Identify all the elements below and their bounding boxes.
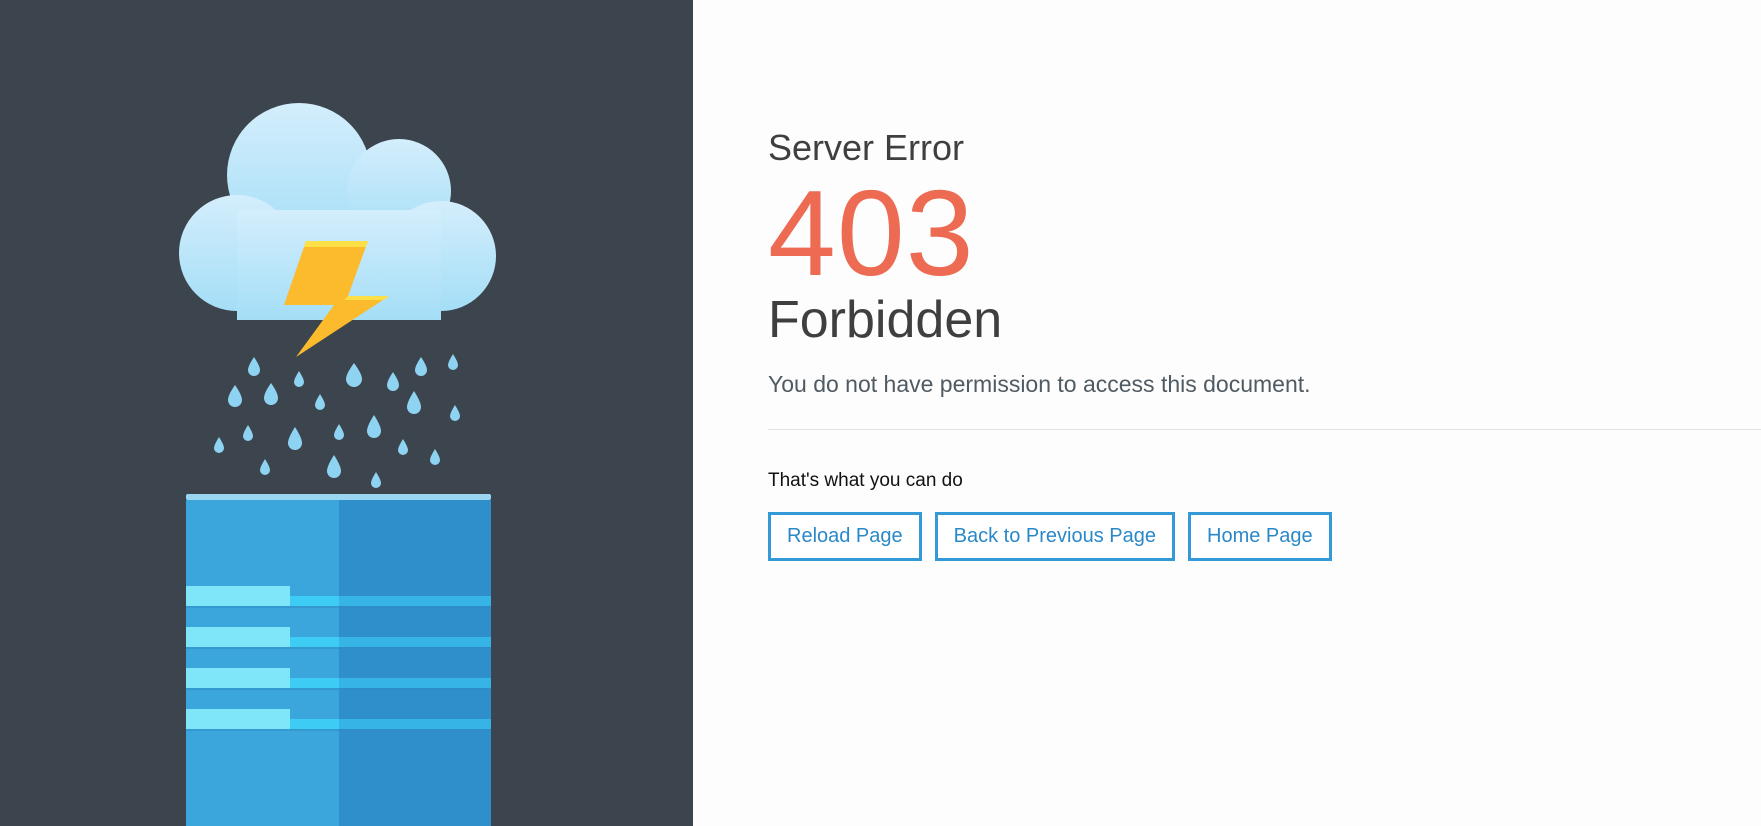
error-status: Forbidden: [768, 291, 1003, 349]
home-page-button[interactable]: Home Page: [1188, 511, 1332, 561]
raindrops-icon: [214, 354, 460, 488]
error-message: You do not have permission to access thi…: [768, 371, 1311, 397]
divider: [768, 428, 1761, 430]
actions-heading: That's what you can do: [768, 469, 963, 491]
error-content-panel: Server Error 403 Forbidden You do not ha…: [693, 0, 1761, 826]
server-tower-icon: [186, 494, 491, 826]
illustration-panel: [0, 0, 693, 826]
action-buttons: Reload Page Back to Previous Page Home P…: [768, 511, 1761, 561]
reload-page-button[interactable]: Reload Page: [768, 511, 922, 561]
server-storm-illustration: [179, 103, 496, 826]
error-title: Server Error: [768, 127, 965, 168]
back-to-previous-page-button[interactable]: Back to Previous Page: [934, 511, 1175, 561]
error-code: 403: [768, 165, 975, 301]
error-content: Server Error 403 Forbidden You do not ha…: [768, 126, 1761, 561]
